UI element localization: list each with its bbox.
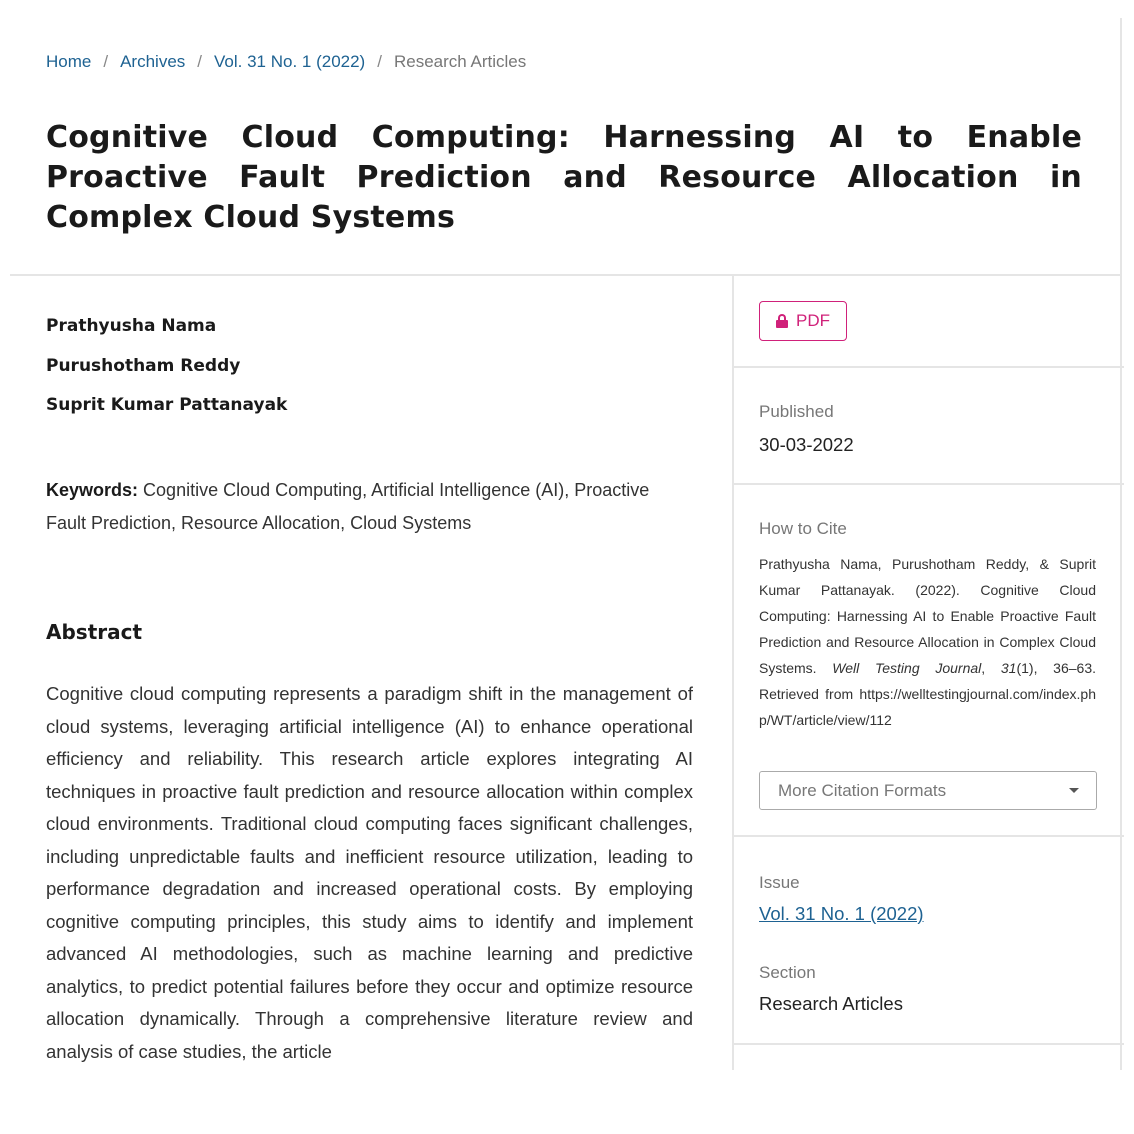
- breadcrumb-separator: /: [377, 52, 382, 71]
- issue-label: Issue: [759, 873, 800, 892]
- breadcrumb-issue[interactable]: Vol. 31 No. 1 (2022): [214, 52, 365, 72]
- issue-section-panel: Issue Vol. 31 No. 1 (2022) Section Resea…: [734, 837, 1124, 1045]
- author-list: Prathyusha Nama Purushotham Reddy Suprit…: [46, 314, 287, 433]
- citation-journal: Well Testing Journal: [832, 660, 982, 676]
- section-value: Research Articles: [759, 993, 903, 1014]
- sidebar-next-panel: [734, 1045, 1124, 1070]
- keywords-label: Keywords:: [46, 480, 139, 500]
- galley-panel: PDF: [734, 276, 1124, 368]
- caret-down-icon: [1069, 788, 1079, 793]
- author-name: Prathyusha Nama: [46, 316, 217, 336]
- how-to-cite-panel: How to Cite Prathyusha Nama, Purushotham…: [734, 485, 1124, 837]
- author-name: Purushotham Reddy: [46, 355, 241, 376]
- breadcrumb-archives[interactable]: Archives: [120, 52, 185, 72]
- author-name: Suprit Kumar Pattanayak: [46, 395, 288, 415]
- abstract-text: Cognitive cloud computing represents a p…: [46, 683, 693, 1062]
- section-label: Section: [759, 963, 816, 982]
- article-sidebar: PDF Published 30-03-2022 How to Cite Pra…: [732, 276, 1124, 1070]
- article-title: Cognitive Cloud Computing: Harnessing AI…: [46, 120, 1082, 235]
- how-to-cite-label: How to Cite: [759, 519, 847, 538]
- pdf-download-button[interactable]: PDF: [759, 301, 847, 341]
- citation-body: Prathyusha Nama, Purushotham Reddy, & Su…: [759, 556, 1096, 676]
- more-citation-formats-dropdown[interactable]: More Citation Formats: [759, 771, 1097, 810]
- pdf-button-label: PDF: [796, 311, 830, 330]
- breadcrumb: Home / Archives / Vol. 31 No. 1 (2022) /…: [46, 50, 526, 74]
- article-main: Prathyusha Nama Purushotham Reddy Suprit…: [46, 276, 693, 1070]
- dropdown-label: More Citation Formats: [778, 780, 947, 800]
- published-label: Published: [759, 402, 834, 421]
- breadcrumb-separator: /: [197, 52, 203, 71]
- breadcrumb-separator: /: [103, 52, 109, 71]
- citation-volume: 31: [1000, 660, 1017, 676]
- published-date: 30-03-2022: [759, 434, 854, 455]
- lock-icon: [776, 314, 788, 328]
- breadcrumb-home[interactable]: Home: [46, 52, 91, 72]
- keywords: Keywords: Cognitive Cloud Computing, Art…: [46, 474, 693, 540]
- citation-text: Prathyusha Nama, Purushotham Reddy, & Su…: [759, 556, 1096, 728]
- published-panel: Published 30-03-2022: [734, 368, 1124, 485]
- issue-link[interactable]: Vol. 31 No. 1 (2022): [759, 903, 924, 925]
- breadcrumb-current: Research Articles: [393, 52, 527, 71]
- abstract-heading: Abstract: [46, 620, 143, 644]
